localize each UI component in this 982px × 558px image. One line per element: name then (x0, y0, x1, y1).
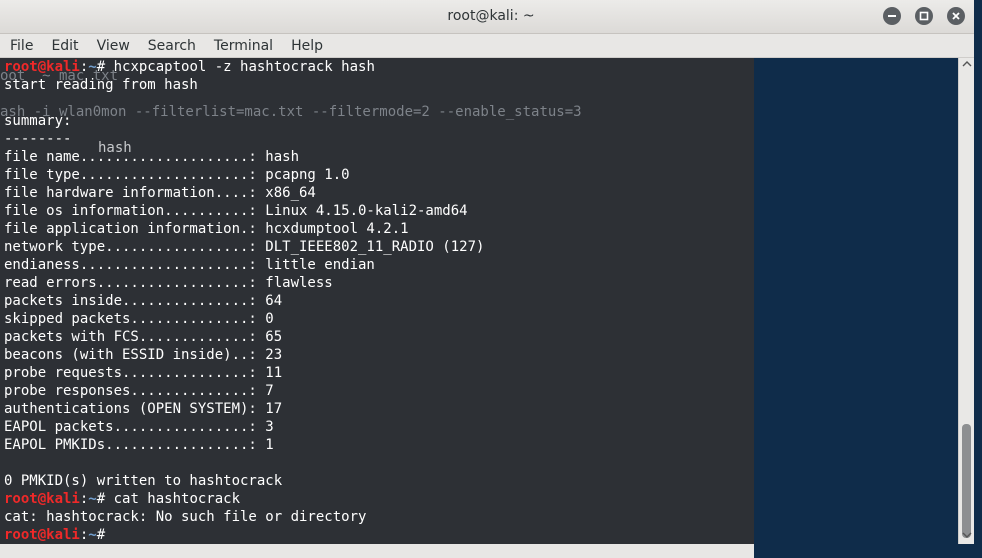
output-line: endianess....................: little en… (4, 257, 375, 273)
window-title: root@kali: ~ (447, 8, 535, 24)
output-line: beacons (with ESSID inside)..: 23 (4, 347, 283, 363)
menu-help[interactable]: Help (283, 38, 331, 54)
output-line: packets inside...............: 64 (4, 293, 283, 309)
prompt-line: root@kali:~# (4, 526, 484, 544)
close-button[interactable] (947, 7, 965, 25)
prompt-path: ~ (88, 527, 97, 543)
output-line: file hardware information....: x86_64 (4, 185, 316, 201)
terminal-window: root@kali: ~ File Edit View Search Termi… (0, 0, 982, 558)
output-line: EAPOL packets................: 3 (4, 419, 274, 435)
menu-search[interactable]: Search (140, 38, 204, 54)
output-line: summary: (4, 113, 72, 129)
output-line: probe requests...............: 11 (4, 365, 283, 381)
output-line: packets with FCS.............: 65 (4, 329, 283, 345)
terminal-output[interactable]: oot ~ mac txt ash -i wlan0mon --filterli… (0, 58, 958, 544)
scrollbar-thumb[interactable] (962, 424, 971, 538)
prompt-command: # cat hashtocrack (96, 491, 241, 507)
prompt-user-host: root@kali (4, 59, 80, 75)
output-line: file name....................: hash (4, 149, 300, 165)
menu-view[interactable]: View (89, 38, 138, 54)
maximize-button[interactable] (915, 7, 933, 25)
output-line: probe responses..............: 7 (4, 383, 274, 399)
close-icon (952, 12, 960, 20)
scroll-down-icon[interactable] (962, 531, 972, 539)
desktop-background-bottom (754, 544, 982, 558)
prompt-path: ~ (88, 491, 97, 507)
menu-bar: File Edit View Search Terminal Help (0, 34, 982, 58)
minimize-button[interactable] (883, 7, 901, 25)
prompt-command: # hcxpcaptool -z hashtocrack hash (96, 59, 375, 75)
desktop-background-right (974, 0, 982, 558)
output-line: start reading from hash (4, 77, 198, 93)
desktop-background (754, 58, 958, 544)
prompt-user-host: root@kali (4, 491, 80, 507)
scroll-up-icon[interactable] (962, 60, 972, 68)
output-line: -------- (4, 131, 72, 147)
output-line: file application information.: hcxdumpto… (4, 221, 409, 237)
prompt-user-host: root@kali (4, 527, 80, 543)
terminal-lines: root@kali:~# hcxpcaptool -z hashtocrack … (4, 58, 484, 544)
title-bar[interactable]: root@kali: ~ (0, 0, 982, 34)
prompt-line: root@kali:~# hcxpcaptool -z hashtocrack … (4, 58, 484, 76)
maximize-icon (919, 11, 929, 21)
output-line: network type.................: DLT_IEEE8… (4, 239, 485, 255)
menu-edit[interactable]: Edit (43, 38, 86, 54)
output-line: 0 PMKID(s) written to hashtocrack (4, 473, 283, 489)
output-line: skipped packets..............: 0 (4, 311, 274, 327)
output-line: file type....................: pcapng 1.… (4, 167, 350, 183)
menu-file[interactable]: File (2, 38, 41, 54)
output-line: read errors..................: flawless (4, 275, 333, 291)
prompt-path: ~ (88, 59, 97, 75)
menu-terminal[interactable]: Terminal (206, 38, 281, 54)
prompt-line: root@kali:~# cat hashtocrack (4, 490, 484, 508)
minimize-icon (888, 15, 896, 17)
output-line: cat: hashtocrack: No such file or direct… (4, 509, 367, 525)
prompt-command: # (96, 527, 114, 543)
output-line: file os information..........: Linux 4.1… (4, 203, 468, 219)
output-line: EAPOL PMKIDs.................: 1 (4, 437, 274, 453)
output-line: authentications (OPEN SYSTEM): 17 (4, 401, 283, 417)
scrollbar[interactable] (958, 58, 975, 544)
